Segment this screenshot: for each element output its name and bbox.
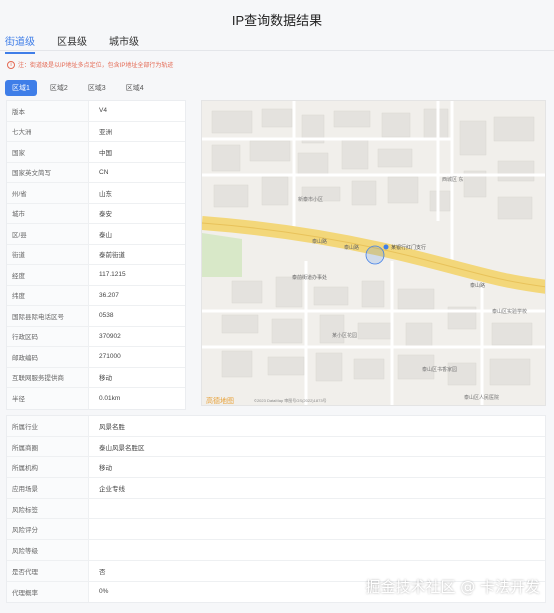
tab-region-1[interactable]: 区域1 <box>5 80 37 96</box>
row-key: 风险评分 <box>7 519 89 540</box>
row-key: 纬度 <box>7 285 89 305</box>
map-view[interactable]: 泰山路 泰山路 泰山路 某银行红门支行 泰前街道办事处 西城区 东 新泰市小区 … <box>201 100 546 406</box>
tabs-divider <box>0 50 554 51</box>
extra-row-business-area: 所属商圈 泰山风景名胜区 <box>7 436 545 458</box>
info-row-longitude: 经度 117.1215 <box>7 265 185 286</box>
row-value: V4 <box>99 107 107 115</box>
map-label-sw: 新泰市小区 <box>298 196 323 203</box>
watermark: 掘金技术社区 @ 卡法开发 <box>365 578 540 596</box>
info-table: 版本 V4 七大洲 亚洲 国家 中国 国家英文简写 CN 州/省 山东 城市 泰安 区/县泰… <box>6 100 186 410</box>
map-label-se1: 泰山区书香家园 <box>422 366 457 373</box>
row-key: 经度 <box>7 265 89 285</box>
row-value: 泰山 <box>99 231 112 239</box>
extra-row-risk-score: 风险评分 <box>7 519 545 541</box>
info-row-province: 州/省 山东 <box>7 183 185 204</box>
row-value: 0538 <box>99 312 114 320</box>
row-value: 山东 <box>99 190 112 198</box>
map-copyright: ©2023 DataMap 审图号GS(2022)1873号 <box>254 397 327 403</box>
row-value: 移动 <box>99 465 112 473</box>
extra-row-scenario: 应用场景 企业专线 <box>7 478 545 499</box>
row-value: 117.1215 <box>99 271 126 279</box>
map-canvas[interactable]: 泰山路 泰山路 泰山路 某银行红门支行 泰前街道办事处 西城区 东 新泰市小区 … <box>202 101 546 406</box>
map-label-east: 西城区 东 <box>442 176 463 183</box>
map-label-road3: 泰山路 <box>470 282 485 289</box>
row-key: 应用场景 <box>7 478 89 498</box>
row-key: 所属商圈 <box>7 436 89 457</box>
info-row-admin-code: 行政区码 370902 <box>7 326 185 347</box>
row-key: 国家英文简写 <box>7 162 89 182</box>
row-key: 风险标签 <box>7 498 89 519</box>
map-label-road2: 泰山路 <box>344 244 359 251</box>
map-label-road1: 泰山路 <box>312 238 327 245</box>
info-row-street: 街道 泰前街道 <box>7 244 185 265</box>
row-value: 36.207 <box>99 291 119 299</box>
row-value: 泰安 <box>99 211 112 219</box>
row-value: 0.01km <box>99 394 121 402</box>
row-value: 271000 <box>99 353 121 361</box>
row-value: 370902 <box>99 332 121 340</box>
tab-region-3[interactable]: 区域3 <box>81 80 113 96</box>
row-key: 风险等级 <box>7 540 89 560</box>
row-value: 亚洲 <box>99 129 112 137</box>
info-row-latitude: 纬度 36.207 <box>7 285 185 306</box>
row-value: 否 <box>99 568 106 576</box>
location-radius[interactable] <box>365 245 385 265</box>
page: IP查询数据结果 街道级 区县级 城市级 i 注：街道级是以IP地址多点定位，包… <box>0 0 554 613</box>
info-row-version: 版本 V4 <box>7 101 185 122</box>
row-key: 七大洲 <box>7 121 89 141</box>
row-key: 国际县际电话区号 <box>7 306 89 326</box>
row-value: 风景名胜 <box>99 423 125 431</box>
row-key: 半径 <box>7 388 89 409</box>
region-tabs: 区域1 区域2 区域3 区域4 <box>5 80 151 96</box>
row-key: 版本 <box>7 101 89 121</box>
info-row-continent: 七大洲 亚洲 <box>7 121 185 142</box>
info-row-country-code: 国家英文简写 CN <box>7 162 185 183</box>
extra-row-risk-level: 风险等级 <box>7 540 545 561</box>
row-key: 所属行业 <box>7 416 89 436</box>
row-key: 街道 <box>7 244 89 264</box>
row-key: 国家 <box>7 142 89 162</box>
map-park <box>202 233 242 277</box>
row-key: 代理概率 <box>7 581 89 603</box>
row-key: 区/县 <box>7 224 89 244</box>
map-label-se2: 泰山区人民医院 <box>464 394 499 401</box>
row-value: 中国 <box>99 149 112 157</box>
info-row-country: 国家 中国 <box>7 142 185 163</box>
map-label-office: 泰前街道办事处 <box>292 274 327 281</box>
row-value: 泰前街道 <box>99 252 125 260</box>
row-value: 移动 <box>99 375 112 383</box>
info-row-district: 区/县 泰山 <box>7 224 185 245</box>
poi-marker-icon[interactable] <box>383 244 389 250</box>
row-key: 州/省 <box>7 183 89 203</box>
info-row-isp: 互联网服务提供商 移动 <box>7 367 185 388</box>
tab-region-2[interactable]: 区域2 <box>43 80 75 96</box>
row-value: CN <box>99 168 109 176</box>
info-icon: i <box>7 60 15 69</box>
extra-row-risk-tag: 风险标签 <box>7 498 545 520</box>
page-title: IP查询数据结果 <box>231 13 323 28</box>
extra-row-organization: 所属机构 移动 <box>7 457 545 479</box>
row-key: 行政区码 <box>7 326 89 346</box>
row-value: 泰山风景名胜区 <box>99 444 145 452</box>
tab-region-4[interactable]: 区域4 <box>119 80 151 96</box>
notice-bar: i 注：街道级是以IP地址多点定位，包含IP地址全部行为轨迹 <box>7 60 173 69</box>
info-row-radius: 半径 0.01km <box>7 388 185 409</box>
info-row-postal-code: 邮政编码 271000 <box>7 347 185 368</box>
row-key: 是否代理 <box>7 560 89 581</box>
row-key: 邮政编码 <box>7 347 89 367</box>
map-label-bank: 某银行红门支行 <box>391 244 426 251</box>
map-logo: 高德地图 <box>206 396 234 405</box>
notice-text: 注：街道级是以IP地址多点定位，包含IP地址全部行为轨迹 <box>18 63 174 69</box>
map-label-se3: 某小区花园 <box>332 332 357 339</box>
info-row-city: 城市 泰安 <box>7 203 185 224</box>
row-key: 城市 <box>7 203 89 223</box>
extra-info-table: 所属行业 风景名胜 所属商圈 泰山风景名胜区 所属机构 移动 应用场景 企业专线 风险标… <box>6 415 546 604</box>
info-row-area-code: 国际县际电话区号 0538 <box>7 306 185 327</box>
extra-row-industry: 所属行业 风景名胜 <box>7 416 545 437</box>
row-key: 所属机构 <box>7 457 89 478</box>
row-key: 互联网服务提供商 <box>7 367 89 387</box>
row-value: 企业专线 <box>99 485 125 493</box>
map-label-school: 泰山区实验学校 <box>492 308 527 315</box>
